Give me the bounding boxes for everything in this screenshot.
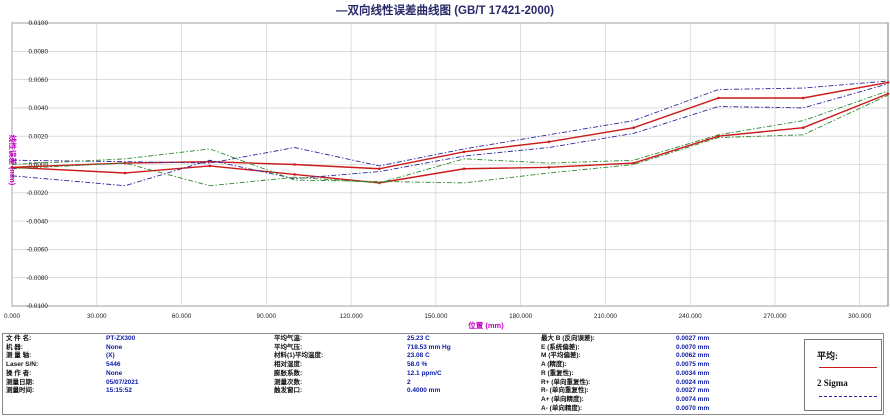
x-tick-label: 30.000 xyxy=(87,313,107,320)
info-value: 0.0070 mm xyxy=(676,404,710,412)
x-tick-label: 240.000 xyxy=(679,313,703,320)
legend-sigma-line xyxy=(819,396,877,397)
info-value: (X) xyxy=(106,352,115,360)
series-2-point xyxy=(123,171,127,175)
info-value: 23.08 C xyxy=(407,352,430,360)
info-value: 2 xyxy=(407,378,411,386)
y-tick-label: 0.0100 xyxy=(28,20,48,27)
series-2-point xyxy=(632,161,635,165)
info-label: R (重复性): xyxy=(541,369,574,377)
info-value: 58.0 % xyxy=(407,361,428,369)
series-1-point xyxy=(632,126,635,130)
x-tick-label: 0.000 xyxy=(4,313,20,320)
info-label: A (精度): xyxy=(541,361,567,369)
info-label: 操 作 者: xyxy=(6,369,32,377)
info-label: 平均气温: xyxy=(274,335,303,342)
y-tick-label: 0.0020 xyxy=(28,133,48,140)
info-label: A- (单向精度): xyxy=(541,404,583,412)
info-label: 测量次数: xyxy=(274,378,303,386)
x-tick-label: 270.000 xyxy=(763,313,787,320)
series-2-point xyxy=(208,164,212,168)
x-tick-label: 180.000 xyxy=(509,313,533,320)
series-1-point xyxy=(717,96,720,100)
x-tick-label: 60.000 xyxy=(172,313,192,320)
info-label: E (系统偏差): xyxy=(541,343,580,351)
info-label: R+ (单向重复性): xyxy=(541,378,591,386)
chart-title: —双向线性误差曲线图 (GB/T 17421-2000) xyxy=(336,3,554,17)
linear-error-chart: —双向线性误差曲线图 (GB/T 17421-2000) 0.0100 0.008… xyxy=(4,3,890,330)
legend-sigma-label: 2 Sigma xyxy=(817,378,848,388)
info-label: 触发窗口: xyxy=(274,387,303,395)
info-value: 0.0027 mm xyxy=(676,335,710,342)
info-value: 0.4000 mm xyxy=(407,387,441,395)
series-1-point xyxy=(547,140,551,144)
y-tick-label: -0.0020 xyxy=(26,190,48,197)
info-value: 5446 xyxy=(106,361,121,369)
x-axis-label: 位置 (mm) xyxy=(468,320,504,330)
series-2-point xyxy=(801,126,805,130)
info-value: 0.0034 mm xyxy=(676,369,710,377)
y-tick-label: 0.0060 xyxy=(28,77,48,84)
x-tick-label: 210.000 xyxy=(594,313,618,320)
info-label: 平均气压: xyxy=(274,343,303,351)
info-label: R- (单向重复性): xyxy=(541,387,589,395)
series-1-point xyxy=(378,167,381,171)
info-value: 0.0027 mm xyxy=(676,387,710,395)
x-tick-label: 90.000 xyxy=(257,313,277,320)
measurement-info-panel: 文 件 名: PT-ZX300 机 器: None 测 量 轴: (X) Laser S/N… xyxy=(2,333,884,415)
y-tick-label: -0.0040 xyxy=(26,218,48,225)
y-tick-label: -0.0060 xyxy=(26,247,48,254)
info-label: 相对湿度: xyxy=(274,361,303,369)
info-label: A+ (单向精度): xyxy=(541,395,584,403)
series-2-point xyxy=(547,166,551,169)
info-value: 0.0075 mm xyxy=(676,361,710,369)
series-2-point xyxy=(886,92,890,96)
series-1-point xyxy=(462,150,466,154)
info-value: None xyxy=(106,369,123,377)
x-tick-label: 300.000 xyxy=(848,313,872,320)
series-2-point xyxy=(462,167,466,171)
y-axis-label: 线性误差 (mm) xyxy=(8,135,18,186)
y-tick-label: -0.0100 xyxy=(26,303,48,310)
info-value: 718.53 mm Hg xyxy=(407,343,451,351)
info-label: 测 量 轴: xyxy=(6,352,32,360)
y-tick-label: 0.0040 xyxy=(28,105,48,112)
info-label: 机 器: xyxy=(6,343,23,351)
info-value: 25.23 C xyxy=(407,335,430,342)
info-value: 0.0070 mm xyxy=(676,343,710,351)
legend-mean-label: 平均: xyxy=(817,351,838,361)
info-label: 文 件 名: xyxy=(6,335,32,342)
info-value: 05/07/2021 xyxy=(106,378,139,386)
info-label: 最大 B (反向误差): xyxy=(541,335,595,342)
info-label: 测量时间: xyxy=(6,387,35,395)
y-tick-label: 0.0080 xyxy=(28,49,48,56)
info-label: 测量日期: xyxy=(6,378,35,386)
info-value: 0.0024 mm xyxy=(676,378,710,386)
info-value: PT-ZX300 xyxy=(106,335,136,342)
info-label: 膨胀系数: xyxy=(274,369,303,377)
info-value: 12.1 ppm/C xyxy=(407,369,442,377)
series-1-point xyxy=(293,163,296,166)
x-tick-label: 150.000 xyxy=(424,313,448,320)
legend-mean-line xyxy=(819,367,877,368)
series-2-point xyxy=(293,173,296,176)
info-label: Laser S/N: xyxy=(6,361,39,369)
info-value: 0.0074 mm xyxy=(676,395,710,403)
y-tick-label: -0.0080 xyxy=(26,275,48,282)
info-label: 材料(1)平均温度: xyxy=(274,352,324,360)
x-tick-label: 120.000 xyxy=(340,313,364,320)
series-1-point xyxy=(886,81,890,84)
info-label: M (平均偏差): xyxy=(541,352,581,360)
info-value: 0.0062 mm xyxy=(676,352,710,360)
info-value: None xyxy=(106,343,123,351)
series-1-point xyxy=(801,96,805,100)
legend: 平均: 2 Sigma xyxy=(804,339,882,411)
info-value: 15:15:52 xyxy=(106,387,133,395)
